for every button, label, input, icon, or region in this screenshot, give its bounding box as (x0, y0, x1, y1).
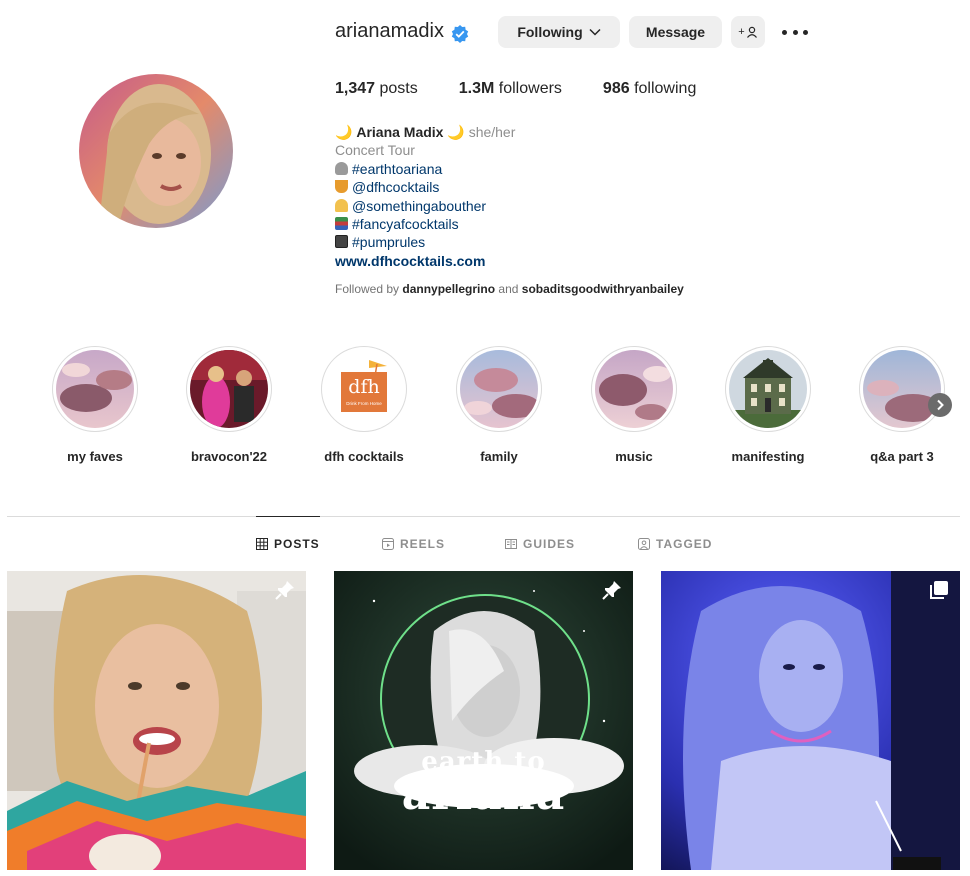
highlight-label: music (615, 449, 653, 464)
guides-icon (505, 539, 517, 549)
tab-label: REELS (400, 537, 446, 551)
message-button[interactable]: Message (629, 16, 722, 48)
dfh-logo-text: dfh (348, 376, 380, 398)
posts-stat: 1,347 posts (335, 80, 418, 98)
verified-badge-icon (451, 25, 469, 43)
bio-website-link[interactable]: www.dfhcocktails.com (335, 253, 485, 269)
dfh-logo-sub: Drink From Home (346, 401, 382, 406)
followers-count: 1.3M (458, 80, 495, 97)
moon-emoji-icon: 🌙 (447, 124, 465, 140)
post-tile[interactable]: earth to ariana (334, 571, 633, 870)
books-emoji-icon (335, 216, 348, 230)
tv-emoji-icon (335, 235, 348, 249)
tab-label: TAGGED (656, 537, 713, 551)
tab-label: POSTS (274, 537, 320, 551)
tab-label: GUIDES (523, 537, 576, 551)
highlight-label: q&a part 3 (870, 449, 934, 464)
bio-link-pumprules[interactable]: #pumprules (352, 234, 425, 250)
grid-icon (256, 538, 268, 550)
tabs-divider (7, 516, 960, 517)
highlight-label: manifesting (731, 449, 805, 464)
moon-emoji-icon: 🌙 (335, 124, 353, 140)
bio-pronouns: she/her (468, 124, 516, 140)
tab-guides[interactable]: GUIDES (505, 537, 575, 551)
highlight-cover (190, 350, 268, 428)
highlight-music[interactable]: music (590, 346, 678, 464)
carousel-icon (930, 581, 948, 599)
plus-label: + (738, 26, 745, 38)
bio-link-dfhcocktails[interactable]: @dfhcocktails (352, 179, 439, 195)
bio-link-somethingabouther[interactable]: @somethingabouther (352, 198, 486, 214)
bio-link-fancyafcocktails[interactable]: #fancyafcocktails (352, 216, 459, 232)
headphones-emoji-icon (335, 161, 348, 175)
following-count: 986 (602, 80, 630, 97)
highlight-cover (595, 350, 673, 428)
cocktail-emoji-icon (335, 180, 348, 194)
highlight-cover (863, 350, 941, 428)
highlight-label: my faves (67, 449, 123, 464)
highlight-label: family (480, 449, 518, 464)
pin-icon (275, 581, 294, 600)
followed-by-user1[interactable]: dannypellegrino (402, 282, 495, 296)
posts-count: 1,347 (335, 80, 376, 97)
followers-stat[interactable]: 1.3M followers (459, 80, 562, 98)
highlight-manifesting[interactable]: manifesting (724, 346, 812, 464)
chevron-down-icon (589, 28, 601, 36)
more-options-icon[interactable] (782, 22, 808, 42)
highlight-label: dfh cocktails (324, 449, 404, 464)
highlight-label: bravocon'22 (190, 449, 268, 464)
bio-link-earthtoariana[interactable]: #earthtoariana (352, 161, 442, 177)
highlight-family[interactable]: family (455, 346, 543, 464)
bio-category: Concert Tour (335, 142, 415, 159)
taco-emoji-icon (335, 198, 348, 212)
profile-stats: 1,347 posts 1.3M followers 986 following (335, 80, 737, 98)
following-label-text: following (634, 80, 697, 97)
profile-bio: 🌙 Ariana Madix 🌙 she/her Concert Tour #e… (335, 123, 755, 270)
following-stat[interactable]: 986 following (603, 80, 696, 98)
post-overlay-line2: ariana (401, 769, 566, 820)
followed-by-prefix: Followed by (335, 282, 400, 296)
following-button[interactable]: Following (498, 16, 620, 48)
person-icon (746, 26, 757, 38)
highlight-bravocon[interactable]: bravocon'22 (185, 346, 273, 464)
highlight-dfh-cocktails[interactable]: dfh Drink From Home dfh cocktails (320, 346, 408, 464)
pin-icon (602, 581, 621, 600)
profile-avatar[interactable] (79, 74, 233, 228)
post-tile[interactable] (7, 571, 306, 870)
reels-icon (382, 538, 394, 550)
followed-by-text[interactable]: Followed by dannypellegrino and sobadits… (335, 282, 684, 296)
highlight-cover: dfh Drink From Home (325, 350, 403, 428)
highlight-cover (729, 350, 807, 428)
followers-label: followers (498, 80, 562, 97)
highlight-cover (56, 350, 134, 428)
tab-tagged[interactable]: TAGGED (638, 537, 712, 551)
profile-username: arianamadix (335, 20, 444, 42)
posts-label: posts (379, 80, 418, 97)
tab-posts[interactable]: POSTS (256, 537, 320, 551)
bio-name: Ariana Madix (356, 124, 444, 140)
followed-by-user2[interactable]: sobaditsgoodwithryanbailey (522, 282, 684, 296)
post-tile[interactable] (661, 571, 960, 870)
tab-reels[interactable]: REELS (382, 537, 445, 551)
followed-by-conj: and (498, 282, 519, 296)
tagged-icon (638, 538, 650, 550)
active-tab-indicator (256, 516, 320, 517)
add-user-button[interactable]: + (731, 16, 765, 48)
highlight-my-faves[interactable]: my faves (51, 346, 139, 464)
following-label: Following (517, 24, 583, 40)
highlight-cover (460, 350, 538, 428)
chevron-right-icon[interactable] (928, 393, 952, 417)
